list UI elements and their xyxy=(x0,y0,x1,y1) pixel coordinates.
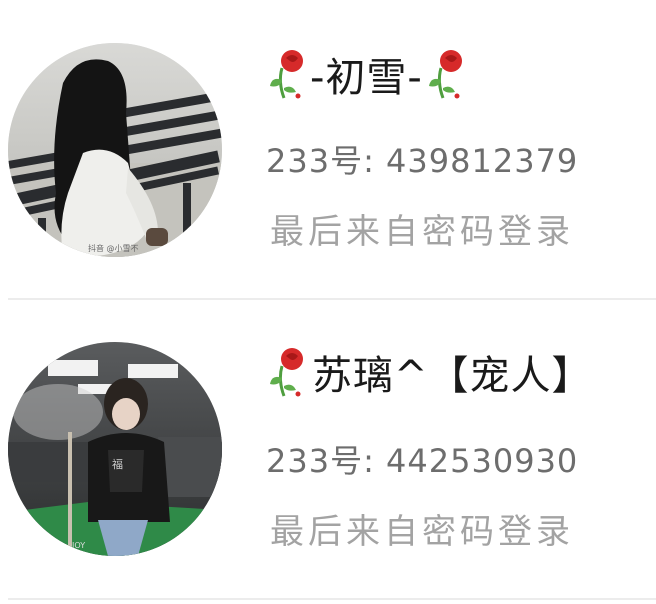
account-name-text: -初雪- xyxy=(310,55,423,101)
avatar: 抖音 @小雪不 xyxy=(8,43,222,257)
avatar-photo-girl-at-pool-table: 福 JOY xyxy=(8,342,222,556)
avatar-photo-girl-on-bench: 抖音 @小雪不 xyxy=(8,43,222,257)
svg-text:福: 福 xyxy=(112,457,123,471)
account-item[interactable]: 福 JOY 苏璃^【宠人】 233号: 442530930 最后来自密码登录 xyxy=(0,300,656,600)
account-id: 233号: 439812379 xyxy=(266,136,578,182)
rose-icon xyxy=(427,48,465,100)
account-name: -初雪- xyxy=(268,44,465,104)
rose-icon xyxy=(268,346,306,398)
login-source: 最后来自密码登录 xyxy=(270,512,574,552)
account-id-value: 442530930 xyxy=(386,442,579,480)
svg-text:抖音 @小雪不: 抖音 @小雪不 xyxy=(88,243,139,253)
account-id-label: 233号: xyxy=(266,142,375,180)
login-source: 最后来自密码登录 xyxy=(270,212,574,252)
avatar: 福 JOY xyxy=(8,342,222,556)
account-item[interactable]: 抖音 @小雪不 -初雪- 233号: 439812379 最后来自密码登录 xyxy=(0,0,656,300)
account-id-label: 233号: xyxy=(266,442,375,480)
rose-icon xyxy=(268,48,306,100)
divider xyxy=(8,598,656,600)
account-name: 苏璃^【宠人】 xyxy=(268,342,593,402)
account-id-value: 439812379 xyxy=(386,142,579,180)
account-list: 抖音 @小雪不 -初雪- 233号: 439812379 最后来自密码登录 福 … xyxy=(0,0,656,604)
svg-text:JOY: JOY xyxy=(71,541,85,550)
account-id: 233号: 442530930 xyxy=(266,436,578,482)
account-name-text: 苏璃^【宠人】 xyxy=(312,353,593,399)
